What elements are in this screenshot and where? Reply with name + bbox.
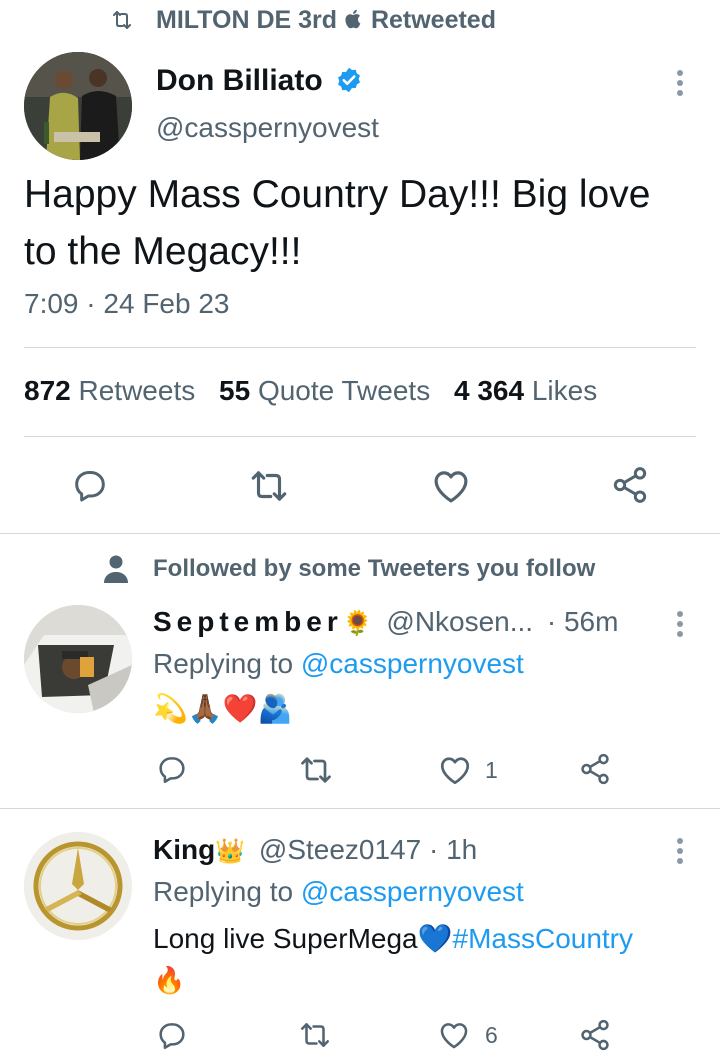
- replying-to: Replying to @casspernyovest: [153, 876, 524, 908]
- reply-author-handle[interactable]: @Nkosen...: [386, 606, 533, 637]
- reply-header[interactable]: King👑 @Steez0147 · 1h: [153, 834, 477, 866]
- reply-text: 💫🙏🏾❤️🫂: [153, 692, 293, 725]
- avatar[interactable]: [24, 52, 132, 160]
- divider: [0, 808, 720, 809]
- retweeted-label: Retweeted: [370, 6, 496, 34]
- tweet-date: 24 Feb 23: [103, 288, 230, 319]
- avatar[interactable]: [24, 605, 132, 713]
- quotes-count: 55: [219, 375, 251, 406]
- retweeter-name[interactable]: MILTON DE 3rd: [156, 6, 337, 34]
- reply-author-name[interactable]: September: [153, 606, 343, 637]
- fire-emoji: 🔥: [153, 966, 186, 996]
- retweets-count: 872: [24, 375, 71, 406]
- divider: [0, 533, 720, 534]
- reply-icon[interactable]: [155, 752, 189, 786]
- share-icon[interactable]: [578, 1018, 612, 1052]
- tweet-time: 7:09: [24, 288, 79, 319]
- tweet-timestamp[interactable]: 7:09 · 24 Feb 23: [24, 288, 230, 320]
- retweet-icon[interactable]: [248, 465, 290, 507]
- avatar[interactable]: [24, 832, 132, 940]
- replying-to-label: Replying to: [153, 876, 294, 907]
- blue-heart-emoji: 💙: [417, 922, 453, 955]
- crown-emoji: 👑: [215, 837, 246, 865]
- quotes-stat[interactable]: 55 Quote Tweets: [219, 375, 438, 406]
- reply-author-handle[interactable]: @Steez0147: [259, 834, 421, 865]
- retweet-icon: [110, 8, 134, 32]
- author-name-row[interactable]: Don Billiato: [156, 64, 363, 98]
- person-icon: [102, 554, 130, 584]
- followed-by-notice: Followed by some Tweeters you follow: [153, 555, 596, 582]
- replying-to: Replying to @casspernyovest: [153, 648, 524, 680]
- reply-text-body: Long live SuperMega: [153, 923, 418, 954]
- more-options-icon[interactable]: [677, 611, 683, 641]
- tweet-stats: 872 Retweets 55 Quote Tweets 4 364 Likes: [24, 375, 597, 407]
- author-handle[interactable]: @casspernyovest: [156, 112, 379, 144]
- reply-time[interactable]: · 56m: [547, 606, 619, 637]
- like-icon[interactable]: [437, 752, 473, 788]
- like-count: 6: [485, 1022, 498, 1048]
- retweeted-by[interactable]: MILTON DE 3rd Retweeted: [156, 6, 496, 35]
- likes-stat[interactable]: 4 364 Likes: [454, 375, 597, 406]
- reply-time[interactable]: · 1h: [429, 834, 477, 865]
- retweet-icon[interactable]: [298, 1018, 332, 1052]
- tweet-text: Happy Mass Country Day!!! Big love to th…: [24, 173, 651, 273]
- retweets-stat[interactable]: 872 Retweets: [24, 375, 203, 406]
- replying-to-label: Replying to: [153, 648, 294, 679]
- share-icon[interactable]: [610, 465, 650, 505]
- divider: [24, 436, 696, 437]
- like-icon[interactable]: [437, 1018, 471, 1052]
- quotes-label: Quote Tweets: [257, 375, 431, 406]
- reply-icon[interactable]: [155, 1018, 189, 1052]
- likes-count: 4 364: [453, 375, 525, 406]
- like-count: 1: [485, 757, 498, 783]
- replying-to-handle[interactable]: @casspernyovest: [301, 648, 524, 679]
- author-name[interactable]: Don Billiato: [156, 64, 323, 97]
- more-options-icon[interactable]: [677, 838, 683, 868]
- reply-author-name[interactable]: King: [153, 834, 215, 865]
- apple-icon: [344, 8, 364, 30]
- reply-text: Long live SuperMega💙#MassCountry: [153, 922, 633, 955]
- hashtag-link[interactable]: #MassCountry: [453, 923, 634, 954]
- more-options-icon[interactable]: [677, 70, 683, 100]
- replying-to-handle[interactable]: @casspernyovest: [301, 876, 524, 907]
- retweets-label: Retweets: [78, 375, 196, 406]
- divider: [24, 347, 696, 348]
- share-icon[interactable]: [578, 752, 612, 786]
- like-icon[interactable]: [430, 465, 472, 507]
- retweet-icon[interactable]: [298, 752, 334, 788]
- verified-badge-icon: [335, 66, 363, 94]
- sunflower-emoji: 🌻: [342, 609, 373, 637]
- timestamp-separator: ·: [86, 288, 96, 319]
- reply-header[interactable]: September🌻 @Nkosen... · 56m: [153, 606, 618, 638]
- likes-label: Likes: [531, 375, 598, 406]
- reply-icon[interactable]: [70, 465, 110, 505]
